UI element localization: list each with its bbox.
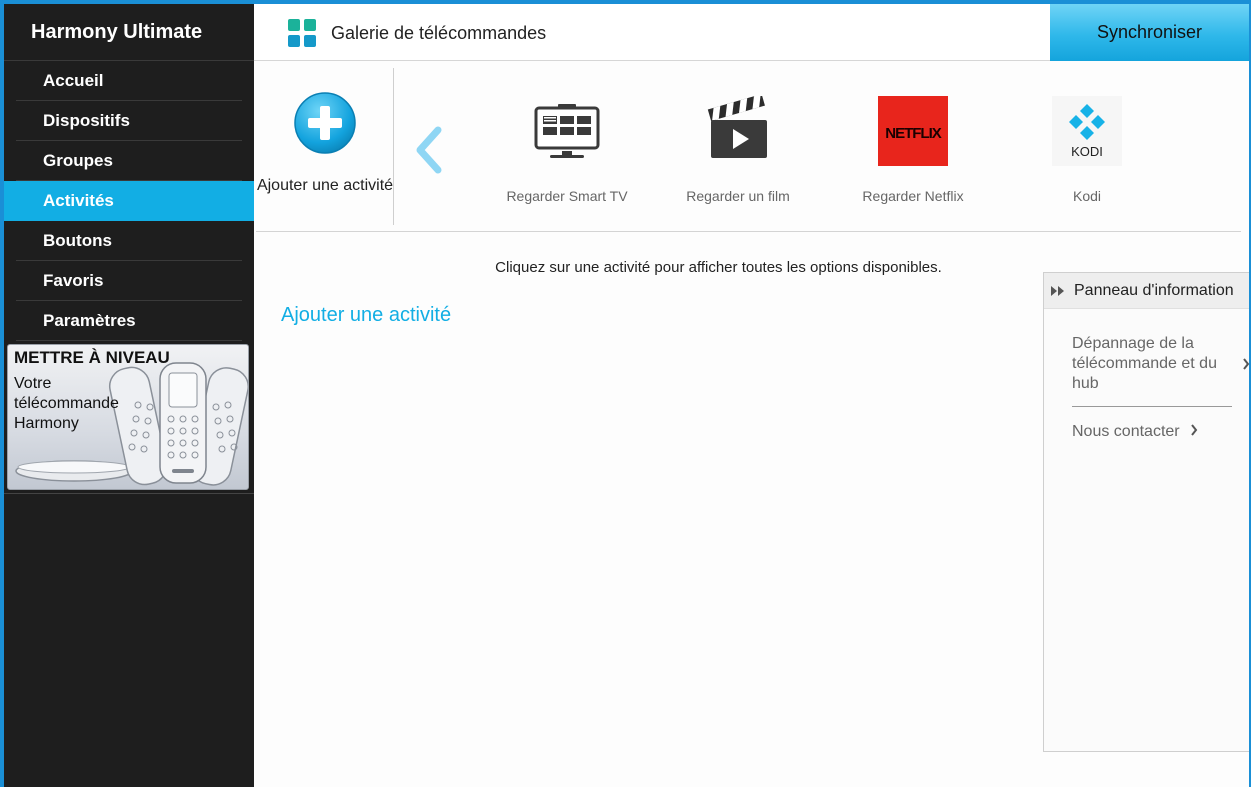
sidebar-item-accueil[interactable]: Accueil	[4, 61, 254, 101]
top-bar: Galerie de télécommandes Synchroniser	[254, 4, 1249, 61]
info-panel-title: Panneau d'information	[1074, 281, 1234, 299]
sidebar-item-boutons[interactable]: Boutons	[4, 221, 254, 261]
activity-label: Regarder Netflix	[862, 188, 964, 204]
add-activity-link[interactable]: Ajouter une activité	[281, 304, 451, 327]
grid-icon	[288, 19, 316, 47]
info-panel-header[interactable]: Panneau d'information	[1044, 273, 1249, 309]
remote-gallery-label: Galerie de télécommandes	[331, 22, 547, 43]
sidebar-item-dispositifs[interactable]: Dispositifs	[4, 101, 254, 141]
upgrade-banner[interactable]: METTRE À NIVEAU Votre télécommande Harmo…	[7, 344, 249, 490]
troubleshooting-label: Dépannage de la télécommande et du hub	[1072, 335, 1217, 392]
upgrade-title: METTRE À NIVEAU	[14, 348, 170, 367]
chevron-right-icon	[1243, 358, 1250, 370]
sidebar: Harmony Ultimate Accueil Dispositifs Gro…	[4, 4, 254, 787]
activity-netflix[interactable]: NETFLIX Regarder Netflix	[828, 96, 998, 206]
add-activity-label: Ajouter une activité	[256, 177, 394, 194]
sidebar-item-activites[interactable]: Activités	[4, 181, 254, 221]
activity-carousel: Ajouter une activité Regarder Smart TV R…	[256, 68, 1241, 232]
brand-title: Harmony Ultimate	[4, 4, 254, 61]
activity-label: Regarder Smart TV	[506, 188, 628, 204]
info-panel-divider	[1072, 406, 1232, 407]
sidebar-item-groupes[interactable]: Groupes	[4, 141, 254, 181]
add-circle-icon	[294, 92, 356, 154]
activity-kodi[interactable]: KODI Kodi	[1002, 96, 1172, 206]
activity-label: Kodi	[1072, 188, 1102, 204]
kodi-logo: KODI	[1052, 96, 1122, 166]
app-window: Harmony Ultimate Accueil Dispositifs Gro…	[4, 4, 1250, 787]
sync-button[interactable]: Synchroniser	[1050, 4, 1249, 61]
sidebar-divider	[4, 493, 254, 494]
sidebar-item-parametres[interactable]: Paramètres	[4, 301, 254, 341]
sidebar-nav: Accueil Dispositifs Groupes Activités Bo…	[4, 61, 254, 341]
activity-smart-tv[interactable]: Regarder Smart TV	[482, 96, 652, 206]
add-activity-tile[interactable]: Ajouter une activité	[256, 68, 394, 225]
upgrade-text: Votre télécommande Harmony	[14, 375, 119, 432]
netflix-logo: NETFLIX	[878, 96, 948, 166]
svg-text:KODI: KODI	[1071, 144, 1103, 159]
remote-gallery-link[interactable]: Galerie de télécommandes	[288, 18, 546, 48]
sidebar-item-favoris[interactable]: Favoris	[4, 261, 254, 301]
info-panel: Panneau d'information Dépannage de la té…	[1043, 272, 1250, 752]
chevron-left-icon[interactable]	[414, 126, 444, 174]
activity-movie[interactable]: Regarder un film	[653, 96, 823, 206]
contact-label: Nous contacter	[1072, 423, 1180, 440]
contact-link[interactable]: Nous contacter	[1072, 422, 1244, 442]
activity-label: Regarder un film	[686, 188, 790, 204]
troubleshooting-link[interactable]: Dépannage de la télécommande et du hub	[1072, 334, 1250, 394]
clapperboard-icon	[707, 96, 767, 158]
smart-tv-icon	[534, 104, 600, 158]
chevron-right-icon	[1191, 424, 1198, 436]
double-chevron-right-icon	[1051, 285, 1064, 296]
svg-text:NETFLIX: NETFLIX	[885, 125, 941, 142]
